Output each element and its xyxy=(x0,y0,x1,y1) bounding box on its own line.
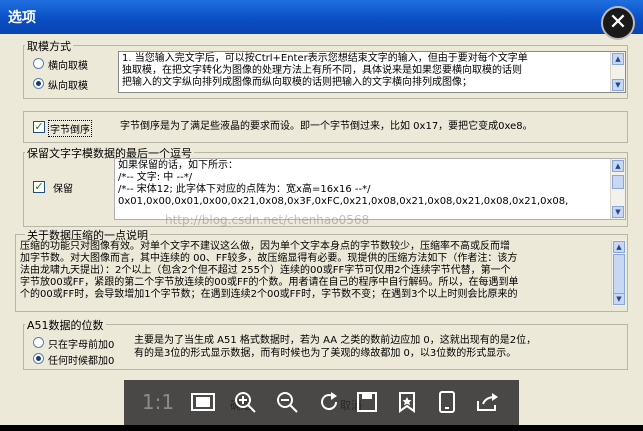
a51-always-label: 任何时候都加0 xyxy=(48,356,115,367)
viewer-toolbar: 1:1 xyxy=(124,380,519,425)
keep-comma-scrollbar[interactable]: ▲ ▼ xyxy=(610,159,625,219)
zoom-out-icon[interactable] xyxy=(270,380,304,425)
fit-screen-icon[interactable] xyxy=(186,380,220,425)
sampling-description[interactable]: 1. 当您输入完文字后，可以按Ctrl+Enter表示您想结束文字的输入，但由于… xyxy=(118,51,626,93)
vertical-sampling-label: 纵向取模 xyxy=(48,81,88,92)
keep-comma-example[interactable]: 如果保留的话，如下所示： /*-- 文字: 中 --*/ /*-- 宋体12; … xyxy=(114,158,626,220)
byte-order-description: 字节倒序是为了满足些液晶的要求而设。即一个字节倒过来，比如 0x17，要把它变成… xyxy=(120,121,533,132)
options-dialog: 选项 ✕ 取模方式 横向取模 纵向取模 1. 当您输入完文字后，可以按Ctrl+… xyxy=(0,0,643,425)
compression-description[interactable]: 压缩的功能只对图像有效。对单个文字不建议这么做，因为单个文字本身点的字节数较少，… xyxy=(17,240,626,306)
rotate-icon[interactable] xyxy=(312,380,346,425)
sampling-legend: 取模方式 xyxy=(25,38,73,54)
scroll-up-icon[interactable]: ▲ xyxy=(612,160,624,172)
scroll-down-icon[interactable]: ▼ xyxy=(612,206,624,218)
compression-scrollbar[interactable]: ▲ ▼ xyxy=(611,240,626,306)
vertical-sampling-radio[interactable] xyxy=(33,78,44,89)
share-icon[interactable] xyxy=(470,380,504,425)
a51-description-line-1: 主要是为了当生成 A51 格式数据时，若为 AA 之类的数前边应加 0，这就出现… xyxy=(134,335,537,346)
scroll-up-icon[interactable]: ▲ xyxy=(612,53,624,65)
close-icon[interactable]: ✕ xyxy=(601,6,635,40)
scroll-up-icon[interactable]: ▲ xyxy=(613,241,625,253)
a51-letters-only-radio[interactable] xyxy=(33,337,44,348)
zoom-in-icon[interactable] xyxy=(228,380,262,425)
zoom-1-1-button[interactable]: 1:1 xyxy=(138,380,178,425)
a51-description-line-2: 有的是3位的形式显示数据，而有时候也为了美观的缘故都加 0，以3位数的形式显示。 xyxy=(134,348,517,359)
a51-legend: A51数据的位数 xyxy=(25,317,106,333)
sampling-scrollbar[interactable]: ▲ ▼ xyxy=(610,52,625,92)
horizontal-sampling-radio[interactable] xyxy=(33,58,44,69)
window-title: 选项 xyxy=(8,10,36,26)
tablet-icon[interactable] xyxy=(430,380,464,425)
byte-order-label: 字节倒序 xyxy=(48,120,92,137)
watermark: http://blog.csdn.net/chenhao0568 xyxy=(165,213,370,227)
scroll-down-icon[interactable]: ▼ xyxy=(612,79,624,91)
byte-order-checkbox[interactable]: ✓ xyxy=(33,121,45,133)
keep-comma-label: 保留 xyxy=(53,184,73,195)
scroll-down-icon[interactable]: ▼ xyxy=(613,293,625,305)
scroll-thumb[interactable] xyxy=(612,175,624,189)
scroll-thumb[interactable] xyxy=(613,254,625,294)
keep-comma-checkbox[interactable]: ✓ xyxy=(33,181,45,193)
save-icon[interactable] xyxy=(350,380,384,425)
horizontal-sampling-label: 横向取模 xyxy=(48,61,88,72)
bookmark-icon[interactable] xyxy=(390,380,424,425)
a51-letters-only-label: 只在字母前加0 xyxy=(48,340,115,351)
title-bar: 选项 xyxy=(0,0,643,34)
a51-always-radio[interactable] xyxy=(33,353,44,364)
